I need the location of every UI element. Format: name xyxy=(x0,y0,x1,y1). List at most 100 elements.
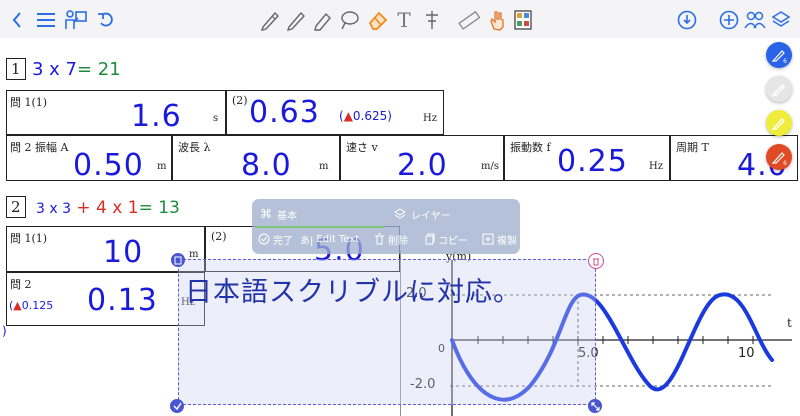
tab-basic[interactable]: ⌘ 基本 xyxy=(260,204,297,224)
action-edit-text[interactable]: あ| Edit Text xyxy=(300,230,359,248)
pen-size-badge: 6 xyxy=(783,160,787,167)
answer-cell-amplitude: 問 2 振幅 A 0.50 m xyxy=(6,135,172,183)
problem-2-number-box: 2 xyxy=(6,196,26,218)
problem-1-number-box: 1 xyxy=(6,58,26,80)
pen-icon xyxy=(772,83,785,96)
margin-note: (▲0.625) xyxy=(339,109,392,123)
pen-preset-white[interactable] xyxy=(766,76,792,102)
tab-layer-label: レイヤー xyxy=(411,210,451,222)
unit-label: Hz xyxy=(423,113,437,124)
formula-result: = 13 xyxy=(138,198,180,218)
answer-cell-wavelength: 波長 λ 8.0 m xyxy=(172,135,340,183)
duplicate-icon xyxy=(482,233,494,245)
copy-icon xyxy=(425,233,435,245)
answer-value: 1.6 xyxy=(131,99,182,134)
back-icon[interactable] xyxy=(8,9,26,31)
answer-cell-p2-q3: 問 2 (▲0.125 0.13 Hz xyxy=(6,272,205,326)
graph-x-end: 10 xyxy=(738,346,755,361)
pen-preset-blue[interactable]: 6 xyxy=(766,42,792,68)
unit-label: s xyxy=(213,113,219,124)
answer-value: 2.0 xyxy=(397,148,448,183)
problem-2-formula: 3 x 3 + 4 x 1= 13 xyxy=(36,198,180,218)
selection-clipboard-handle[interactable] xyxy=(171,253,185,267)
shape-icon[interactable] xyxy=(420,9,444,31)
answer-value: 10 xyxy=(103,235,144,270)
trash-icon xyxy=(375,233,384,245)
layers-icon xyxy=(394,208,406,219)
action-edit-text-label: Edit Text xyxy=(316,233,360,245)
action-copy-label: コピー xyxy=(438,235,468,247)
text-icon[interactable]: T xyxy=(394,8,414,32)
check-circle-icon xyxy=(258,233,270,245)
action-copy[interactable]: コピー xyxy=(424,230,468,248)
edit-text-icon: あ| xyxy=(300,235,314,247)
answer-value: 0.50 xyxy=(73,148,144,183)
problem-1-number: 1 xyxy=(11,60,21,78)
unit-label: m xyxy=(319,161,329,172)
formula-part: + 4 x 1 xyxy=(76,198,139,218)
hand-icon[interactable] xyxy=(486,9,508,31)
formula-part: 3 x 3 xyxy=(36,201,71,217)
answer-value: 0.63 xyxy=(249,95,320,130)
share-icon[interactable] xyxy=(744,9,766,31)
cell-label: (2) xyxy=(211,230,227,243)
answer-cell-p1-q2: (2) 0.63 (▲0.625) Hz xyxy=(226,90,444,135)
answer-value: 0.25 xyxy=(557,144,628,179)
answer-cell-p1-q1: 問 1(1) 1.6 s xyxy=(6,90,226,135)
highlighter-icon xyxy=(772,117,785,130)
presenter-icon[interactable] xyxy=(63,9,89,31)
tab-layer[interactable]: レイヤー xyxy=(394,204,451,224)
add-page-icon[interactable] xyxy=(718,9,740,31)
problem-2-number: 2 xyxy=(11,198,21,216)
selection-delete-handle[interactable] xyxy=(588,253,604,269)
selection-resize-handle[interactable] xyxy=(588,399,602,413)
action-duplicate[interactable]: 複製 xyxy=(482,230,517,248)
action-done-label: 完了 xyxy=(273,235,293,247)
pen-size-badge: 6 xyxy=(783,58,787,65)
layers-icon[interactable] xyxy=(770,9,792,31)
selection-popup-menu: ⌘ 基本 レイヤー 完了 あ| Edit Text 削除 コピー 複製 xyxy=(252,199,520,254)
answer-value: 0.13 xyxy=(87,283,158,318)
marker-icon[interactable] xyxy=(310,9,334,31)
active-tab-indicator xyxy=(256,226,384,228)
answer-value: 8.0 xyxy=(241,148,292,183)
selection-done-handle[interactable] xyxy=(170,399,184,413)
eraser-icon[interactable] xyxy=(366,9,390,31)
highlighter-preset-yellow[interactable] xyxy=(766,110,792,136)
cell-label: 問 2 振幅 A xyxy=(10,141,69,154)
formula-result: = 21 xyxy=(77,59,121,80)
action-duplicate-label: 複製 xyxy=(497,235,517,247)
pen-icon[interactable] xyxy=(258,9,282,31)
stray-paren: ) xyxy=(2,324,7,338)
answer-cell-frequency: 振動数 f 0.25 Hz xyxy=(504,135,670,181)
ruler-icon[interactable] xyxy=(456,9,482,31)
cell-label: 波長 λ xyxy=(178,141,211,154)
mic-icon[interactable] xyxy=(676,9,698,31)
text-selection-box[interactable]: 日本語スクリブルに対応。 xyxy=(178,259,596,405)
answer-cell-speed: 速さ v 2.0 m/s xyxy=(340,135,504,183)
unit-label: Hz xyxy=(649,161,663,172)
formula-part: 3 x 7 xyxy=(32,59,77,80)
command-icon: ⌘ xyxy=(260,207,272,221)
action-delete-label: 削除 xyxy=(388,235,408,247)
list-icon[interactable] xyxy=(34,9,58,31)
cell-label: 問 1(1) xyxy=(10,96,48,109)
lasso-icon[interactable] xyxy=(337,9,361,31)
pen-preset-red[interactable]: 6 xyxy=(766,144,792,170)
note-value: 0.625 xyxy=(352,109,388,123)
cell-label: 速さ v xyxy=(346,141,378,154)
action-done[interactable]: 完了 xyxy=(258,230,293,248)
cell-label: (2) xyxy=(232,94,248,107)
problem-1-formula: 3 x 7= 21 xyxy=(32,59,121,80)
pencil-icon[interactable] xyxy=(284,9,308,31)
cell-label: 振動数 f xyxy=(510,141,551,154)
undo-icon[interactable] xyxy=(96,9,116,31)
cell-label: 問 1(1) xyxy=(10,232,48,245)
action-delete[interactable]: 削除 xyxy=(374,230,408,248)
cell-label: 周期 T xyxy=(676,141,709,154)
note-value: 0.125 xyxy=(21,299,54,312)
top-toolbar: T xyxy=(0,0,800,39)
unit-label: m xyxy=(157,161,167,172)
scribble-text[interactable]: 日本語スクリブルに対応。 xyxy=(185,270,521,309)
layout-icon[interactable] xyxy=(512,9,534,31)
